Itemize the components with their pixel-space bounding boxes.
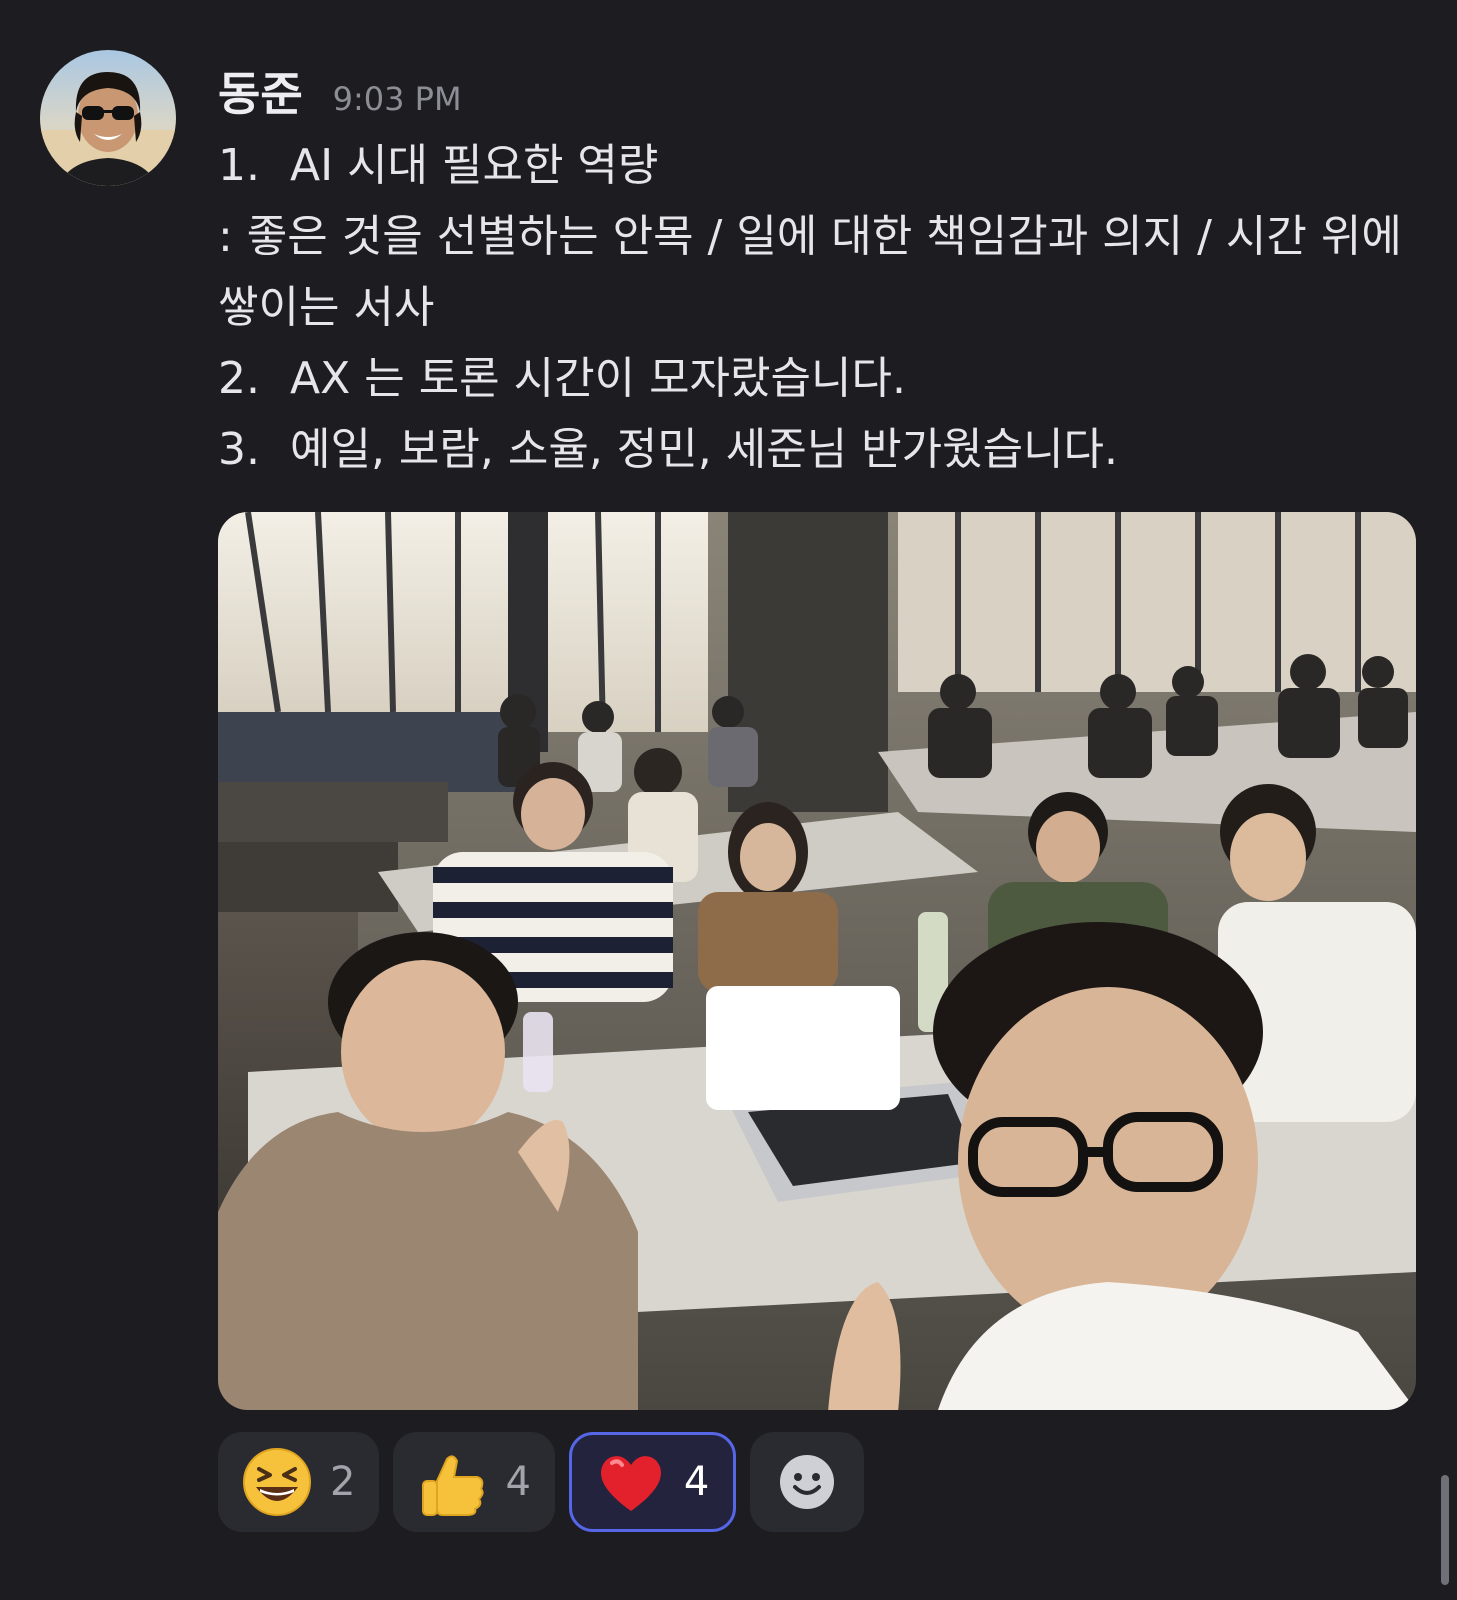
reaction-count: 2 (330, 1459, 356, 1505)
add-reaction-smiley-icon (780, 1455, 835, 1509)
reaction-grinning-squinting[interactable]: 2 (218, 1432, 380, 1532)
reaction-bar: 2 4 4 (218, 1432, 865, 1532)
list-number: 1. (218, 140, 260, 191)
list-text: AX 는 토론 시간이 모자랐습니다. (290, 353, 906, 404)
list-item: 1. AI 시대 필요한 역량 (218, 130, 1408, 201)
list-text: : 좋은 것을 선별하는 안목 / 일에 대한 책임감과 의지 / 시간 위에 … (218, 211, 1402, 333)
reaction-red-heart[interactable]: 4 (568, 1432, 737, 1532)
list-text: 예일, 보람, 소율, 정민, 세준님 반가웠습니다. (290, 424, 1119, 475)
message-timestamp: 9:03 PM (332, 80, 462, 118)
author-name[interactable]: 동준 (218, 58, 303, 124)
list-number: 2. (218, 353, 260, 404)
avatar[interactable] (40, 50, 176, 186)
group-selfie-photo (218, 512, 1416, 1410)
list-item: 2. AX 는 토론 시간이 모자랐습니다. (218, 343, 1408, 414)
reaction-count: 4 (505, 1459, 531, 1505)
scrollbar[interactable] (1441, 1475, 1449, 1585)
thumbs-up-icon (422, 1455, 485, 1516)
avatar-photo-icon (40, 50, 176, 186)
grinning-squinting-face-icon (243, 1448, 311, 1516)
red-heart-icon (600, 1456, 661, 1511)
message-body: 1. AI 시대 필요한 역량 : 좋은 것을 선별하는 안목 / 일에 대한 … (218, 130, 1408, 485)
add-reaction-button[interactable] (750, 1432, 865, 1532)
reaction-count: 4 (683, 1459, 710, 1505)
image-attachment[interactable] (218, 512, 1416, 1410)
reaction-thumbs-up[interactable]: 4 (393, 1432, 555, 1532)
list-item-continuation: : 좋은 것을 선별하는 안목 / 일에 대한 책임감과 의지 / 시간 위에 … (218, 201, 1408, 343)
list-number: 3. (218, 424, 260, 475)
chat-view: 동준 9:03 PM 1. AI 시대 필요한 역량 : 좋은 것을 선별하는 … (0, 0, 1457, 1600)
message-header: 동준 9:03 PM (218, 58, 462, 121)
list-text: AI 시대 필요한 역량 (290, 140, 659, 191)
list-item: 3. 예일, 보람, 소율, 정민, 세준님 반가웠습니다. (218, 414, 1408, 485)
